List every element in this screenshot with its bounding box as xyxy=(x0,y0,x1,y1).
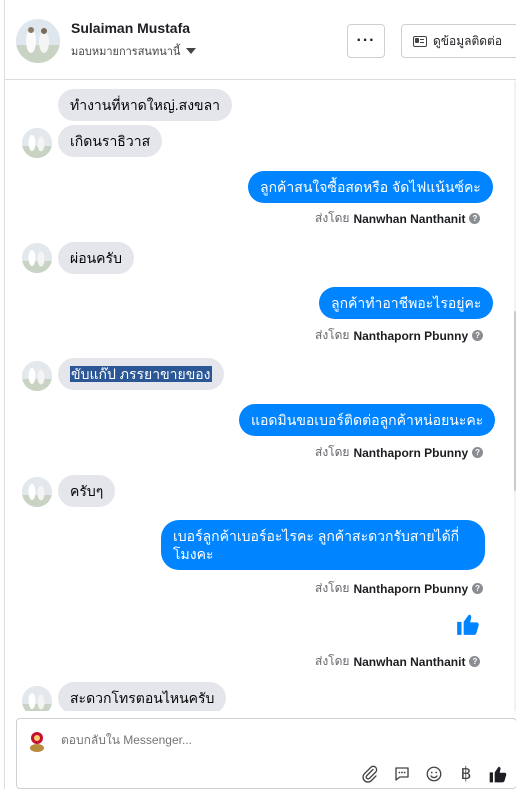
sent-by-name: Nanthaporn Pbunny xyxy=(353,581,469,596)
sent-by-prefix: ส่งโดย xyxy=(315,445,350,459)
sender-avatar xyxy=(22,361,52,391)
sent-by-line: ส่งโดย Nanthaporn Pbunny ? xyxy=(315,326,484,345)
sent-by-name: Nanthaporn Pbunny xyxy=(353,328,469,343)
incoming-message[interactable]: ผ่อนครับ xyxy=(58,242,134,274)
more-options-button[interactable]: ··· xyxy=(347,24,385,58)
contact-card-icon xyxy=(413,35,427,47)
sent-by-name: Nanthaporn Pbunny xyxy=(353,445,469,460)
assign-conversation-dropdown[interactable]: มอบหมายการสนทนานี้ xyxy=(71,42,197,60)
sent-by-name: Nanwhan Nanthanit xyxy=(353,654,466,669)
help-icon[interactable]: ? xyxy=(469,656,481,667)
sent-by-prefix: ส่งโดย xyxy=(315,211,350,225)
help-icon[interactable]: ? xyxy=(472,330,484,341)
sender-avatar xyxy=(22,243,52,273)
help-icon[interactable]: ? xyxy=(469,213,481,224)
sent-by-line: ส่งโดย Nanthaporn Pbunny ? xyxy=(315,443,484,462)
thumbs-up-icon[interactable] xyxy=(455,611,481,637)
sent-by-line: ส่งโดย Nanwhan Nanthanit ? xyxy=(315,652,481,671)
sender-avatar xyxy=(22,477,52,507)
outgoing-message[interactable]: แอดมินขอเบอร์ติดต่อลูกค้าหน่อยนะคะ xyxy=(239,404,496,436)
sender-avatar xyxy=(22,128,52,158)
sent-by-line: ส่งโดย Nanwhan Nanthanit ? xyxy=(315,209,481,228)
help-icon[interactable]: ? xyxy=(472,447,484,458)
sender-avatar xyxy=(22,686,52,711)
chat-bubble-icon[interactable] xyxy=(391,763,413,785)
view-contact-button[interactable]: ดูข้อมูลติดต่อ xyxy=(401,24,516,58)
sent-by-prefix: ส่งโดย xyxy=(315,328,350,342)
emoji-icon[interactable] xyxy=(423,763,445,785)
view-contact-label: ดูข้อมูลติดต่อ xyxy=(433,33,503,48)
assign-label: มอบหมายการสนทนานี้ xyxy=(71,46,181,58)
baht-icon[interactable]: ฿ xyxy=(455,763,477,785)
outgoing-message[interactable]: เบอร์ลูกค้าเบอร์อะไรคะ ลูกค้าสะดวกรับสาย… xyxy=(161,520,485,570)
paperclip-icon[interactable] xyxy=(359,763,381,785)
contact-avatar[interactable] xyxy=(16,19,60,63)
caret-down-icon xyxy=(186,48,197,54)
contact-name: Sulaiman Mustafa xyxy=(71,20,191,36)
incoming-message[interactable]: ทำงานที่หาดใหญ่.สงขลา xyxy=(58,89,233,121)
help-icon[interactable]: ? xyxy=(472,583,484,594)
message-thread[interactable]: ทำงานที่หาดใหญ่.สงขลา เกิดนราธิวาส ลูกค้… xyxy=(5,81,516,711)
incoming-message-selected[interactable]: ขับแก๊ป ภรรยาขายของ xyxy=(58,358,224,390)
outgoing-message[interactable]: ลูกค้าสนใจซื้อสดหรือ จัดไฟแน้นซ์คะ xyxy=(248,171,493,203)
thumbs-up-icon[interactable] xyxy=(487,763,509,785)
incoming-message[interactable]: เกิดนราธิวาส xyxy=(58,125,163,157)
reply-composer[interactable]: ฿ xyxy=(16,718,516,789)
sent-by-line: ส่งโดย Nanthaporn Pbunny ? xyxy=(315,579,484,598)
reply-input[interactable] xyxy=(61,733,361,747)
conversation-panel: Sulaiman Mustafa มอบหมายการสนทนานี้ ··· … xyxy=(4,0,516,789)
incoming-message[interactable]: สะดวกโทรตอนไหนครับ xyxy=(58,682,227,711)
sent-by-prefix: ส่งโดย xyxy=(315,654,350,668)
conversation-header: Sulaiman Mustafa มอบหมายการสนทนานี้ ··· … xyxy=(5,0,516,80)
incoming-message[interactable]: ครับๆ xyxy=(58,475,116,507)
sent-by-name: Nanwhan Nanthanit xyxy=(353,211,466,226)
page-avatar xyxy=(25,729,49,753)
outgoing-message[interactable]: ลูกค้าทำอาชีพอะไรอยู่คะ xyxy=(319,287,494,319)
selected-text: ขับแก๊ป ภรรยาขายของ xyxy=(70,366,212,382)
sent-by-prefix: ส่งโดย xyxy=(315,581,350,595)
